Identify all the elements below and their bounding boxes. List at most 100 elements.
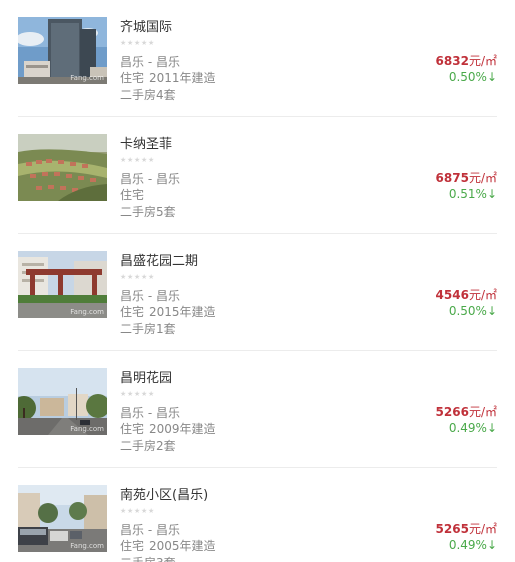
price-change: 0.49%↓ [449,421,497,435]
price-value: 5265 [435,522,469,536]
location: 昌乐 - 昌乐 [120,289,180,303]
star-icon: ★ [127,507,134,515]
star-icon: ★ [148,156,155,164]
secondhand-count[interactable]: 二手房2套 [120,437,176,454]
star-icon: ★ [127,390,134,398]
star-icon: ★ [127,39,134,47]
change-value: 0.51% [448,187,487,201]
community-list: Fang.com 齐城国际 ★★★★★ 昌乐 - 昌乐 住宅 2011年建造 二手… [0,0,515,562]
high-rise-building-photo[interactable]: Fang.com [18,17,107,84]
rating-stars: ★★★★★ [120,39,155,47]
community-name[interactable]: 卡纳圣菲 [120,133,172,152]
star-icon: ★ [148,390,155,398]
star-icon: ★ [148,273,155,281]
property-type: 住宅 [120,188,145,202]
star-icon: ★ [127,273,134,281]
property-type: 住宅 [120,422,145,436]
star-icon: ★ [120,39,127,47]
listing-item[interactable]: Fang.com 昌盛花园二期 ★★★★★ 昌乐 - 昌乐 住宅 2015年建造 … [0,234,515,351]
star-icon: ★ [120,507,127,515]
star-icon: ★ [148,507,155,515]
price-change: 0.50%↓ [449,304,497,318]
price-unit: 元/㎡ [468,522,497,536]
star-icon: ★ [120,156,127,164]
change-value: 0.50% [448,304,487,318]
price-value: 6832 [435,54,469,68]
listing-item[interactable]: Fang.com 齐城国际 ★★★★★ 昌乐 - 昌乐 住宅 2011年建造 二手… [0,0,515,117]
star-icon: ★ [134,507,141,515]
watermark: Fang.com [70,74,104,82]
star-icon: ★ [134,39,141,47]
community-name[interactable]: 昌明花园 [120,367,172,386]
star-icon: ★ [127,156,134,164]
secondhand-count[interactable]: 二手房3套 [120,554,176,562]
watermark: Fang.com [70,425,104,433]
property-info: 住宅 2011年建造 [120,69,216,86]
property-info: 住宅 2015年建造 [120,303,216,320]
change-value: 0.49% [448,538,487,552]
star-icon: ★ [141,156,148,164]
star-icon: ★ [134,390,141,398]
listing-item[interactable]: Fang.com 昌明花园 ★★★★★ 昌乐 - 昌乐 住宅 2009年建造 二手… [0,351,515,468]
watermark: Fang.com [70,308,104,316]
price-change: 0.50%↓ [449,70,497,84]
rating-stars: ★★★★★ [120,156,155,164]
location: 昌乐 - 昌乐 [120,55,180,69]
rating-stars: ★★★★★ [120,390,155,398]
down-arrow-icon: ↓ [486,538,497,552]
property-info: 住宅 2009年建造 [120,420,216,437]
community-name[interactable]: 齐城国际 [120,16,172,35]
property-type: 住宅 [120,305,145,319]
price: 4546元/㎡ [436,286,497,303]
star-icon: ★ [141,39,148,47]
watermark: Fang.com [70,542,104,550]
build-year: 2011年建造 [149,71,216,85]
down-arrow-icon: ↓ [486,304,497,318]
price-unit: 元/㎡ [468,288,497,302]
star-icon: ★ [134,156,141,164]
price-value: 6875 [435,171,469,185]
build-year: 2005年建造 [149,539,216,553]
down-arrow-icon: ↓ [486,187,497,201]
price-value: 5266 [435,405,469,419]
property-type: 住宅 [120,539,145,553]
listing-item[interactable]: 卡纳圣菲 ★★★★★ 昌乐 - 昌乐 住宅 二手房5套 6875元/㎡ 0.51… [0,117,515,234]
price-change: 0.49%↓ [449,538,497,552]
community-gate-photo[interactable]: Fang.com [18,251,107,318]
location: 昌乐 - 昌乐 [120,406,180,420]
street-trees-photo[interactable]: Fang.com [18,368,107,435]
property-type: 住宅 [120,71,145,85]
rating-stars: ★★★★★ [120,507,155,515]
star-icon: ★ [141,273,148,281]
change-value: 0.50% [448,70,487,84]
price-change: 0.51%↓ [449,187,497,201]
property-info: 住宅 [120,186,144,203]
villa-aerial-rendering-image [18,134,107,201]
property-info: 住宅 2005年建造 [120,537,216,554]
price: 6875元/㎡ [436,169,497,186]
community-name[interactable]: 昌盛花园二期 [120,250,198,269]
community-name[interactable]: 南苑小区(昌乐) [120,484,208,503]
price-unit: 元/㎡ [468,54,497,68]
down-arrow-icon: ↓ [486,421,497,435]
price: 6832元/㎡ [436,52,497,69]
secondhand-count[interactable]: 二手房4套 [120,86,176,103]
price: 5265元/㎡ [436,520,497,537]
build-year: 2015年建造 [149,305,216,319]
down-arrow-icon: ↓ [486,70,497,84]
price: 5266元/㎡ [436,403,497,420]
secondhand-count[interactable]: 二手房5套 [120,203,176,220]
star-icon: ★ [134,273,141,281]
star-icon: ★ [120,390,127,398]
price-unit: 元/㎡ [468,171,497,185]
parked-cars-street-photo[interactable]: Fang.com [18,485,107,552]
build-year: 2009年建造 [149,422,216,436]
rating-stars: ★★★★★ [120,273,155,281]
villa-aerial-rendering-photo[interactable] [18,134,107,201]
secondhand-count[interactable]: 二手房1套 [120,320,176,337]
star-icon: ★ [120,273,127,281]
price-unit: 元/㎡ [468,405,497,419]
star-icon: ★ [141,507,148,515]
price-value: 4546 [435,288,469,302]
listing-item[interactable]: Fang.com 南苑小区(昌乐) ★★★★★ 昌乐 - 昌乐 住宅 2005年建… [0,468,515,562]
